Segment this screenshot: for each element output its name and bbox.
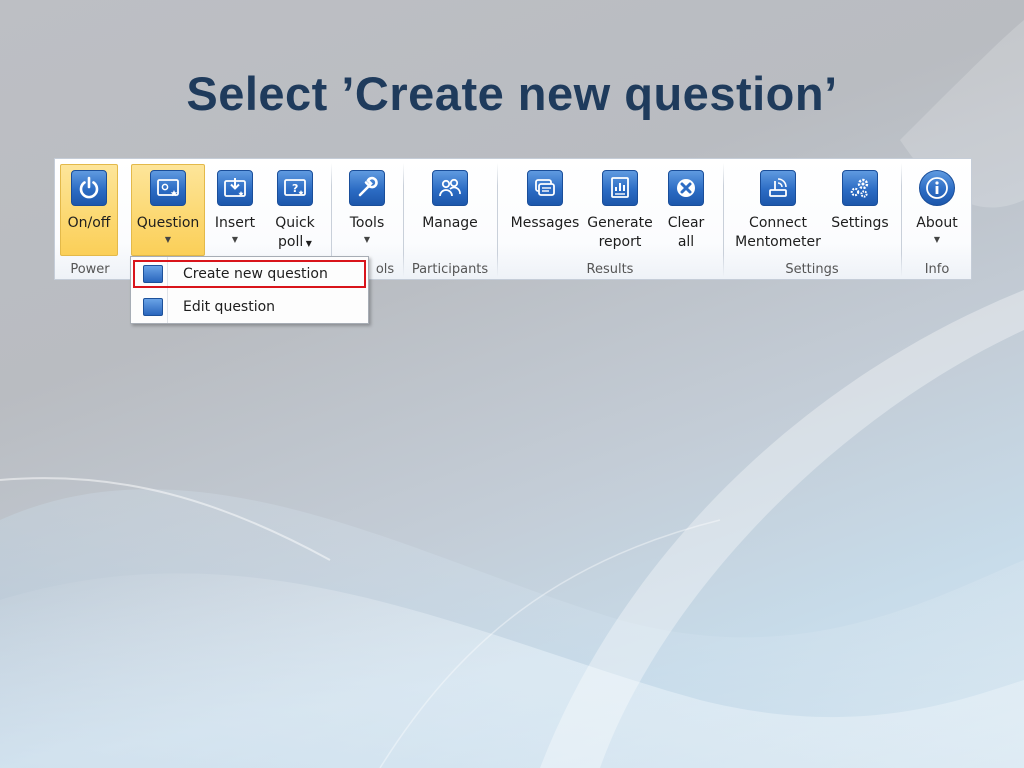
generate-report-button[interactable]: Generate report xyxy=(585,164,655,256)
manage-button[interactable]: Manage xyxy=(413,164,487,256)
menu-item-label: Create new question xyxy=(183,266,328,282)
group-separator xyxy=(497,163,498,277)
gears-icon xyxy=(842,170,878,206)
connect-mentometer-button[interactable]: Connect Mentometer xyxy=(731,164,825,256)
connect-label-line2: Mentometer xyxy=(735,234,821,250)
report-icon xyxy=(602,170,638,206)
menu-item-edit-question[interactable]: Edit question xyxy=(133,293,366,321)
group-label-power: Power xyxy=(70,262,110,277)
group-label-tools: ols xyxy=(375,262,395,277)
insert-icon xyxy=(217,170,253,206)
quick-poll-icon: ? xyxy=(277,170,313,206)
question-label: Question xyxy=(136,215,200,231)
clear-label-line1: Clear xyxy=(667,215,705,231)
connect-icon xyxy=(760,170,796,206)
clear-all-button[interactable]: Clear all xyxy=(661,164,711,256)
generate-report-label: Generate report xyxy=(587,214,652,252)
quick-label-line1: Quick xyxy=(275,215,315,231)
info-icon xyxy=(919,170,955,206)
menu-item-create-new-question[interactable]: Create new question xyxy=(133,260,366,288)
chevron-down-icon: ▼ xyxy=(363,235,371,244)
manage-label: Manage xyxy=(422,215,478,231)
settings-label: Settings xyxy=(831,215,889,231)
quick-label-line2: poll xyxy=(278,234,304,250)
group-label-results: Results xyxy=(586,262,634,277)
power-icon xyxy=(71,170,107,206)
chevron-down-icon: ▼ xyxy=(933,235,941,244)
on-off-button[interactable]: On/off xyxy=(60,164,118,256)
group-separator xyxy=(723,163,724,277)
clear-label-line2: all xyxy=(677,234,695,250)
settings-button[interactable]: Settings xyxy=(827,164,893,256)
question-slide-icon xyxy=(150,170,186,206)
on-off-label: On/off xyxy=(67,215,111,231)
connect-label-line1: Connect xyxy=(749,215,807,231)
svg-text:?: ? xyxy=(292,182,298,195)
clear-all-label: Clear all xyxy=(668,214,705,252)
chevron-down-icon: ▼ xyxy=(231,235,239,244)
participants-icon xyxy=(432,170,468,206)
insert-label: Insert xyxy=(214,215,256,231)
question-icon xyxy=(143,298,163,316)
group-label-info: Info xyxy=(924,262,950,277)
group-label-settings: Settings xyxy=(785,262,839,277)
about-label: About xyxy=(916,215,958,231)
slide-title: Select ’Create new question’ xyxy=(186,67,838,120)
clear-icon xyxy=(668,170,704,206)
messages-label: Messages xyxy=(510,215,580,231)
question-icon xyxy=(143,265,163,283)
generate-label-line1: Generate xyxy=(587,215,653,231)
connect-mentometer-label: Connect Mentometer xyxy=(735,214,821,252)
quick-poll-button[interactable]: ? Quick poll ▼ xyxy=(267,164,323,256)
question-dropdown-menu: Create new question Edit question xyxy=(130,256,369,324)
chevron-down-icon: ▼ xyxy=(164,235,172,244)
messages-icon xyxy=(527,170,563,206)
group-label-participants: Participants xyxy=(411,262,489,277)
menu-item-label: Edit question xyxy=(183,299,276,315)
tools-button[interactable]: Tools ▼ xyxy=(339,164,395,256)
about-button[interactable]: About ▼ xyxy=(909,164,965,256)
question-button[interactable]: Question ▼ xyxy=(131,164,205,256)
tools-label: Tools xyxy=(349,215,385,231)
wrench-icon xyxy=(349,170,385,206)
messages-button[interactable]: Messages xyxy=(507,164,583,256)
generate-label-line2: report xyxy=(598,234,642,250)
group-separator xyxy=(901,163,902,277)
group-separator xyxy=(403,163,404,277)
insert-button[interactable]: Insert ▼ xyxy=(209,164,261,256)
quick-poll-label: Quick poll ▼ xyxy=(275,215,315,250)
